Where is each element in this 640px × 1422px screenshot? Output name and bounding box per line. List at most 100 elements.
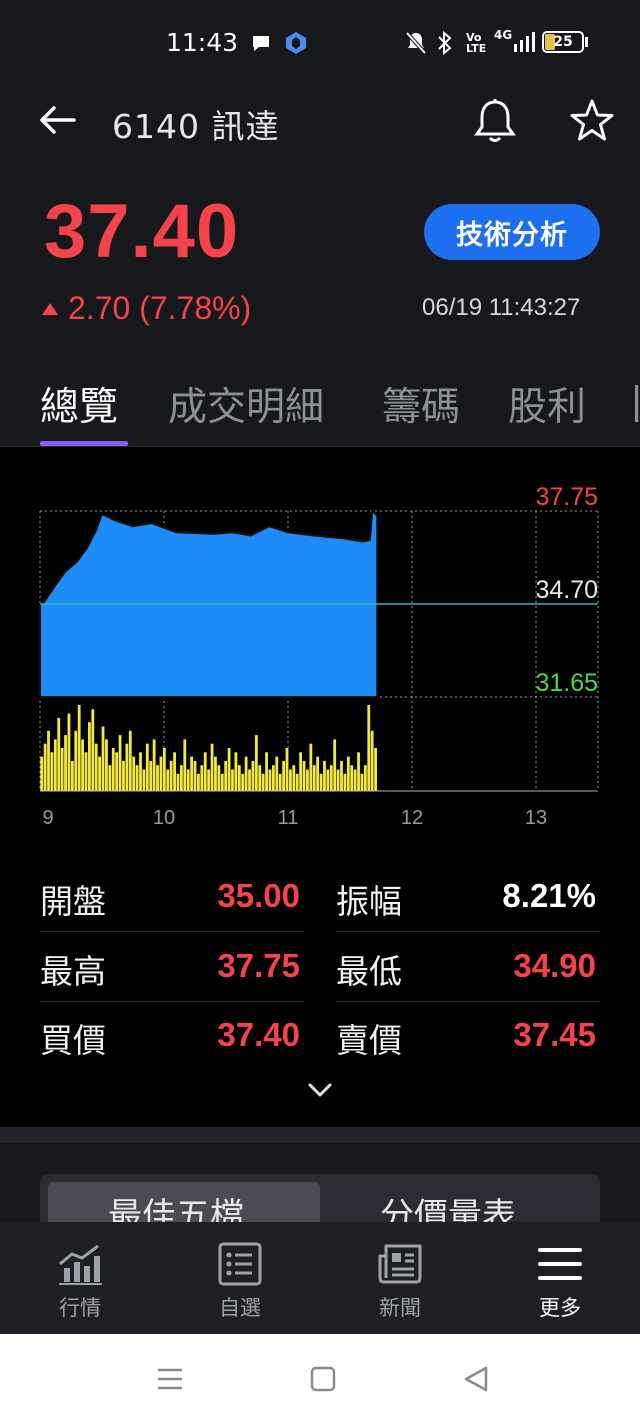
volume-bar: [101, 726, 105, 791]
low-label: 最低: [336, 952, 402, 991]
price-change-value: 2.70 (7.78%): [68, 290, 252, 326]
row-divider: [336, 931, 600, 932]
volume-bar: [132, 756, 136, 791]
volume-bar: [108, 765, 112, 791]
open-value: 35.00: [217, 877, 300, 914]
nav-item-watchlist[interactable]: 自選: [190, 1236, 290, 1326]
volume-bar: [190, 756, 194, 791]
volume-bar: [152, 739, 156, 791]
volume-bar: [282, 760, 285, 791]
news-icon: [378, 1244, 422, 1284]
section-separator: [0, 1127, 640, 1143]
chevron-down-icon[interactable]: [306, 1080, 334, 1100]
low-value: 34.90: [513, 947, 596, 984]
volume-bar: [278, 773, 282, 791]
volume-bar: [292, 765, 296, 791]
volume-bar: [220, 773, 224, 791]
tab-chips[interactable]: 籌碼: [382, 376, 460, 432]
nav-item-more[interactable]: 更多: [510, 1236, 610, 1326]
volte-icon: Vo LTE: [466, 31, 487, 55]
volume-bar: [67, 713, 71, 791]
back-icon[interactable]: [462, 1365, 490, 1393]
technical-analysis-button[interactable]: 技術分析: [424, 204, 600, 260]
volume-bar: [312, 765, 316, 791]
volume-bar: [118, 735, 122, 791]
volume-bar: [179, 765, 183, 791]
tab-trade-details[interactable]: 成交明細: [168, 376, 324, 432]
volume-bar: [333, 739, 337, 791]
bid-value: 37.40: [217, 1016, 300, 1053]
star-icon[interactable]: [566, 96, 618, 146]
chart-high-label: 37.75: [535, 483, 598, 511]
chart-low-label: 31.65: [535, 669, 598, 697]
volume-bar: [145, 743, 149, 791]
volume-bar: [105, 739, 108, 791]
stats-right-column: 振幅 8.21% 最低 34.90 賣價 37.45: [336, 875, 600, 1155]
home-icon[interactable]: [310, 1365, 336, 1393]
volume-bar: [84, 752, 88, 791]
high-value: 37.75: [217, 947, 300, 984]
battery-icon: 25: [542, 31, 584, 53]
volume-bar: [237, 765, 241, 791]
volume-bar: [357, 752, 360, 791]
volume-bar: [186, 769, 190, 791]
tab-overview[interactable]: 總覽: [40, 376, 118, 432]
intraday-chart[interactable]: 37.75 34.70 31.65 9 10 11 12 13: [0, 447, 640, 837]
intraday-chart-panel: 37.75 34.70 31.65 9 10 11 12 13 開盤 35.00 最高 …: [0, 447, 640, 1127]
volume-bar: [50, 752, 54, 791]
volume-bar: [162, 748, 166, 791]
volume-bar: [57, 717, 61, 791]
mute-icon: [405, 31, 427, 55]
row-divider: [40, 1001, 304, 1002]
volume-bar: [254, 735, 258, 791]
open-label: 開盤: [40, 882, 106, 921]
row-divider: [336, 1001, 600, 1002]
volume-bar: [122, 760, 125, 791]
volume-bar: [81, 739, 84, 791]
volume-bar: [70, 760, 74, 791]
volume-bar: [336, 769, 340, 791]
high-label: 最高: [40, 952, 106, 991]
volume-bar: [156, 765, 159, 791]
x-tick-label: 10: [153, 807, 175, 829]
list-icon: [218, 1242, 262, 1286]
volume-bar: [302, 760, 306, 791]
quote-timestamp: 06/19 11:43:27: [422, 294, 581, 321]
volume-bar: [115, 752, 119, 791]
volume-bar: [64, 735, 67, 791]
x-tick-label: 12: [401, 807, 423, 829]
volume-bar: [207, 769, 211, 791]
volume-bar: [53, 739, 57, 791]
volume-bar: [193, 760, 197, 791]
ask-value: 37.45: [513, 1016, 596, 1053]
volume-bar: [142, 769, 146, 791]
signal-icon: [514, 32, 535, 52]
price-change: 2.70 (7.78%): [42, 290, 251, 327]
bluetooth-icon: [438, 30, 452, 56]
volume-bar: [268, 769, 272, 791]
volume-bar: [60, 748, 64, 791]
volume-bar: [350, 765, 354, 791]
volume-bar: [91, 709, 95, 791]
nav-item-news[interactable]: 新聞: [350, 1236, 450, 1326]
volume-bar: [210, 743, 214, 791]
nav-item-quotes[interactable]: 行情: [30, 1236, 130, 1326]
volume-bar: [285, 748, 289, 791]
back-arrow-icon[interactable]: [36, 98, 80, 142]
tab-dividends[interactable]: 股利: [508, 376, 586, 432]
chart-ref-label: 34.70: [535, 576, 598, 604]
volume-bar: [197, 773, 200, 791]
volume-bar: [258, 765, 262, 791]
volume-bar: [111, 748, 115, 791]
recent-apps-icon[interactable]: [156, 1366, 184, 1392]
x-tick-label: 11: [278, 807, 299, 829]
volume-bar: [125, 743, 129, 791]
volume-bar: [323, 760, 326, 791]
app-notification-icon: [286, 32, 306, 54]
volume-bar: [374, 748, 377, 791]
volume-bar: [271, 765, 275, 791]
menu-icon: [538, 1248, 582, 1280]
x-tick-label: 9: [42, 807, 53, 829]
bell-icon[interactable]: [470, 96, 520, 146]
battery-tip: [585, 37, 588, 47]
